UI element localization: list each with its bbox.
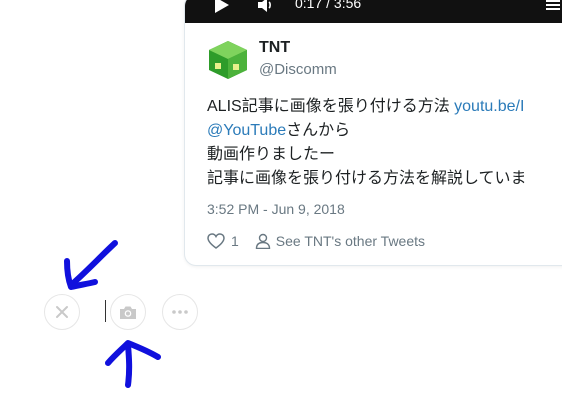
heart-icon[interactable] xyxy=(207,233,225,249)
tweet-actions: 1 See TNT's other Tweets xyxy=(207,233,425,249)
youtube-mention-link[interactable]: @YouTube xyxy=(207,122,286,139)
author-name[interactable]: TNT xyxy=(259,39,290,57)
tweet-text: ALIS記事に画像を張り付ける方法 youtu.be/I @YouTubeさんか… xyxy=(207,95,562,191)
tweet-link[interactable]: youtu.be/I xyxy=(454,98,524,115)
tweet-text-line1: ALIS記事に画像を張り付ける方法 xyxy=(207,98,455,115)
author-handle[interactable]: @Discomm xyxy=(259,61,337,78)
fullscreen-icon[interactable] xyxy=(545,0,561,13)
text-cursor xyxy=(105,300,106,322)
volume-icon[interactable] xyxy=(257,0,275,13)
tweet-text-line4: 記事に画像を張り付ける方法を解説していま xyxy=(207,170,527,187)
play-icon[interactable] xyxy=(215,0,229,13)
like-count: 1 xyxy=(231,233,239,249)
insert-image-button[interactable] xyxy=(110,294,146,330)
video-player-controls: 0:17 / 3:56 xyxy=(185,0,562,23)
person-icon xyxy=(255,233,270,249)
more-icon xyxy=(172,310,188,314)
more-options-button[interactable] xyxy=(162,294,198,330)
close-insert-button[interactable] xyxy=(44,294,80,330)
see-other-tweets-link[interactable]: See TNT's other Tweets xyxy=(276,233,425,249)
close-icon xyxy=(56,306,68,318)
video-time: 0:17 / 3:56 xyxy=(295,0,362,11)
annotation-arrow-up xyxy=(105,340,161,388)
embedded-tweet-card: 0:17 / 3:56 TNT @Discomm ALIS記事に画像を張り付ける… xyxy=(184,0,562,266)
tweet-text-line3: 動画作りましたー xyxy=(207,146,336,163)
tweet-timestamp[interactable]: 3:52 PM - Jun 9, 2018 xyxy=(207,201,345,217)
tweet-text-line2: さんから xyxy=(286,122,351,139)
author-avatar[interactable] xyxy=(207,39,249,81)
camera-icon xyxy=(120,306,136,319)
annotation-arrow-down-left xyxy=(64,240,118,290)
